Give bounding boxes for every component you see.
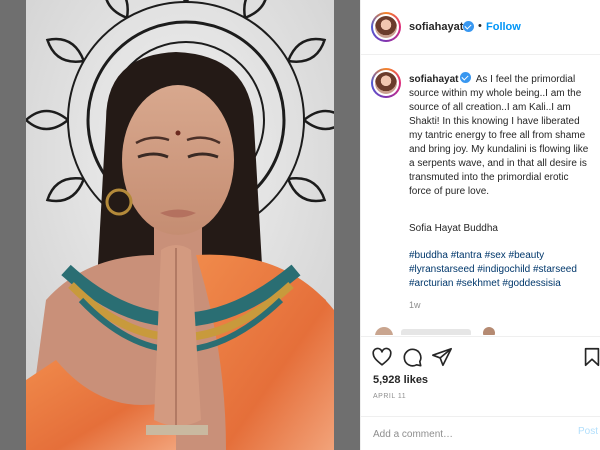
post-header: sofiahayat • Follow [361, 0, 600, 55]
photo-illustration [26, 0, 334, 450]
backdrop-right-edge [334, 0, 360, 450]
comments-section[interactable]: sofiahayat As I feel the primordial sour… [361, 55, 600, 335]
backdrop-left-edge [0, 0, 26, 450]
hashtag-link[interactable]: #beauty [509, 250, 545, 261]
hashtag-link[interactable]: #sex [485, 250, 506, 261]
heart-icon[interactable] [371, 346, 393, 368]
hashtag-link[interactable]: #arcturian [409, 278, 453, 289]
next-comment-peek [371, 327, 591, 335]
hashtag-link[interactable]: #indigochild [477, 264, 530, 275]
avatar[interactable] [371, 12, 401, 42]
post-details-panel: sofiahayat • Follow sofiahayat As I feel… [360, 0, 600, 450]
hashtag-link[interactable]: #starseed [533, 264, 577, 275]
hashtag-link[interactable]: #goddessisia [502, 278, 560, 289]
follow-button[interactable]: Follow [486, 21, 521, 33]
avatar-photo [375, 16, 397, 38]
hashtag-link[interactable]: #tantra [451, 250, 482, 261]
bookmark-icon[interactable] [581, 346, 600, 368]
hashtag-list: #buddha #tantra #sex #beauty #lyranstars… [409, 249, 593, 291]
comment-text-placeholder [401, 329, 471, 335]
caption-avatar[interactable] [371, 68, 401, 98]
caption: sofiahayat As I feel the primordial sour… [409, 72, 593, 199]
comment-avatar[interactable] [483, 327, 495, 335]
verified-badge-icon [460, 72, 472, 83]
separator-dot: • [478, 20, 482, 32]
comment-avatar[interactable] [375, 327, 393, 335]
caption-avatar-photo [375, 72, 397, 94]
post-date[interactable]: APRIL 11 [373, 393, 406, 400]
hashtag-link[interactable]: #lyranstarseed [409, 264, 475, 275]
caption-username[interactable]: sofiahayat [409, 74, 458, 85]
comment-bubble-icon[interactable] [401, 346, 423, 368]
caption-avatar-inner [373, 70, 399, 96]
add-comment-bar: Post [361, 416, 600, 450]
hashtag-link[interactable]: #sekhmet [456, 278, 499, 289]
caption-text: As I feel the primordial source within m… [409, 74, 589, 197]
likes-count[interactable]: 5,928 likes [373, 374, 428, 386]
avatar-inner [373, 14, 399, 40]
modal-backdrop[interactable] [0, 0, 360, 450]
verified-badge-icon [463, 21, 474, 32]
caption-signature: Sofia Hayat Buddha [409, 223, 498, 234]
post-comment-button[interactable]: Post [578, 426, 598, 437]
hashtag-link[interactable]: #buddha [409, 250, 448, 261]
instagram-post-modal: sofiahayat • Follow sofiahayat As I feel… [0, 0, 600, 450]
paper-plane-icon[interactable] [431, 346, 453, 368]
post-photo[interactable] [26, 0, 334, 450]
comment-input[interactable] [371, 425, 555, 443]
caption-age[interactable]: 1w [409, 300, 421, 310]
action-bar: 5,928 likes APRIL 11 [361, 336, 600, 417]
header-username[interactable]: sofiahayat [409, 21, 463, 33]
